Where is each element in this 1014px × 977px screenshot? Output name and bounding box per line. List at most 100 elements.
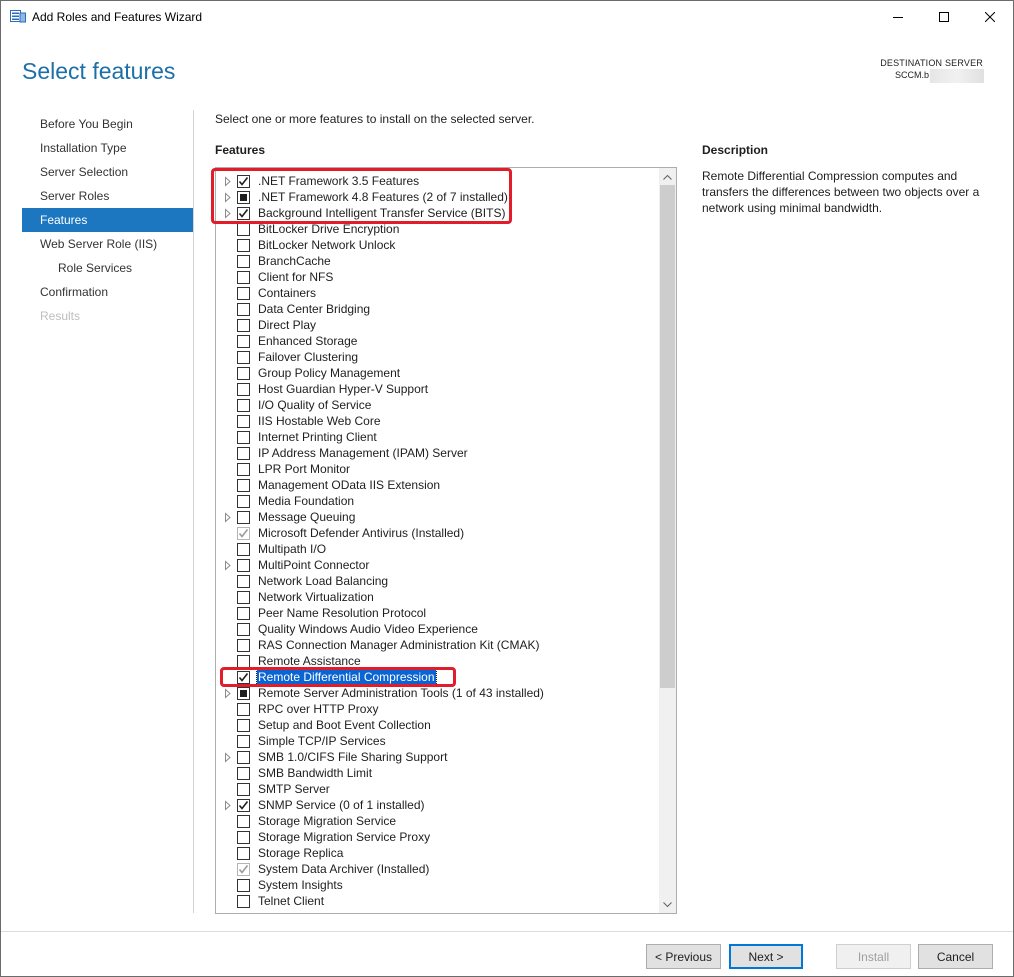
feature-row[interactable]: Simple TCP/IP Services xyxy=(216,733,660,749)
nav-item-installation-type[interactable]: Installation Type xyxy=(22,136,193,160)
feature-checkbox[interactable] xyxy=(237,735,250,748)
feature-checkbox[interactable] xyxy=(237,463,250,476)
feature-row[interactable]: BitLocker Network Unlock xyxy=(216,237,660,253)
feature-row[interactable]: Management OData IIS Extension xyxy=(216,477,660,493)
feature-row[interactable]: Network Load Balancing xyxy=(216,573,660,589)
feature-row[interactable]: MultiPoint Connector xyxy=(216,557,660,573)
feature-checkbox[interactable] xyxy=(237,367,250,380)
feature-row[interactable]: Setup and Boot Event Collection xyxy=(216,717,660,733)
feature-checkbox[interactable] xyxy=(237,559,250,572)
feature-checkbox[interactable] xyxy=(237,831,250,844)
expand-arrow-icon[interactable] xyxy=(224,205,232,221)
feature-checkbox[interactable] xyxy=(237,607,250,620)
feature-row[interactable]: Multipath I/O xyxy=(216,541,660,557)
cancel-button[interactable]: Cancel xyxy=(918,944,993,969)
feature-checkbox[interactable] xyxy=(237,847,250,860)
feature-row[interactable]: SMTP Server xyxy=(216,781,660,797)
close-button[interactable] xyxy=(967,1,1013,32)
feature-checkbox[interactable] xyxy=(237,319,250,332)
feature-checkbox[interactable] xyxy=(237,623,250,636)
feature-row[interactable]: Storage Replica xyxy=(216,845,660,861)
feature-row[interactable]: Remote Assistance xyxy=(216,653,660,669)
feature-row[interactable]: Quality Windows Audio Video Experience xyxy=(216,621,660,637)
feature-row[interactable]: Host Guardian Hyper-V Support xyxy=(216,381,660,397)
feature-row[interactable]: SMB Bandwidth Limit xyxy=(216,765,660,781)
nav-item-server-roles[interactable]: Server Roles xyxy=(22,184,193,208)
feature-checkbox[interactable] xyxy=(237,479,250,492)
feature-row[interactable]: Storage Migration Service Proxy xyxy=(216,829,660,845)
feature-checkbox[interactable] xyxy=(237,271,250,284)
feature-checkbox[interactable] xyxy=(237,799,250,812)
feature-row[interactable]: SNMP Service (0 of 1 installed) xyxy=(216,797,660,813)
feature-checkbox[interactable] xyxy=(237,303,250,316)
feature-checkbox[interactable] xyxy=(237,719,250,732)
feature-checkbox[interactable] xyxy=(237,751,250,764)
feature-checkbox[interactable] xyxy=(237,511,250,524)
feature-checkbox[interactable] xyxy=(237,239,250,252)
feature-row[interactable]: RAS Connection Manager Administration Ki… xyxy=(216,637,660,653)
feature-checkbox[interactable] xyxy=(237,447,250,460)
feature-checkbox[interactable] xyxy=(237,783,250,796)
nav-item-role-services[interactable]: Role Services xyxy=(22,256,193,280)
feature-row[interactable]: BranchCache xyxy=(216,253,660,269)
nav-item-server-selection[interactable]: Server Selection xyxy=(22,160,193,184)
features-scrollbar[interactable] xyxy=(659,168,676,913)
feature-row[interactable]: System Insights xyxy=(216,877,660,893)
feature-row[interactable]: Client for NFS xyxy=(216,269,660,285)
feature-checkbox[interactable] xyxy=(237,255,250,268)
feature-checkbox[interactable] xyxy=(237,207,250,220)
maximize-button[interactable] xyxy=(921,1,967,32)
scrollbar-thumb[interactable] xyxy=(660,185,675,688)
feature-checkbox[interactable] xyxy=(237,639,250,652)
feature-checkbox[interactable] xyxy=(237,879,250,892)
feature-checkbox[interactable] xyxy=(237,223,250,236)
feature-checkbox[interactable] xyxy=(237,399,250,412)
feature-row[interactable]: Containers xyxy=(216,285,660,301)
feature-checkbox[interactable] xyxy=(237,175,250,188)
feature-row[interactable]: Enhanced Storage xyxy=(216,333,660,349)
feature-checkbox[interactable] xyxy=(237,351,250,364)
feature-checkbox[interactable] xyxy=(237,287,250,300)
feature-checkbox[interactable] xyxy=(237,383,250,396)
expand-arrow-icon[interactable] xyxy=(224,685,232,701)
features-list[interactable]: .NET Framework 3.5 Features .NET Framewor… xyxy=(215,167,677,914)
feature-checkbox[interactable] xyxy=(237,191,250,204)
feature-checkbox[interactable] xyxy=(237,815,250,828)
feature-row[interactable]: Data Center Bridging xyxy=(216,301,660,317)
feature-checkbox[interactable] xyxy=(237,895,250,908)
feature-checkbox[interactable] xyxy=(237,431,250,444)
feature-row[interactable]: SMB 1.0/CIFS File Sharing Support xyxy=(216,749,660,765)
feature-row[interactable]: Direct Play xyxy=(216,317,660,333)
feature-row[interactable]: Microsoft Defender Antivirus (Installed) xyxy=(216,525,660,541)
scroll-up-button[interactable] xyxy=(659,168,676,185)
feature-row[interactable]: Peer Name Resolution Protocol xyxy=(216,605,660,621)
feature-checkbox[interactable] xyxy=(237,495,250,508)
feature-checkbox[interactable] xyxy=(237,671,250,684)
feature-checkbox[interactable] xyxy=(237,687,250,700)
feature-row[interactable]: Remote Differential Compression xyxy=(216,668,660,686)
expand-arrow-icon[interactable] xyxy=(224,173,232,189)
expand-arrow-icon[interactable] xyxy=(224,797,232,813)
feature-row[interactable]: Background Intelligent Transfer Service … xyxy=(216,205,660,221)
feature-checkbox[interactable] xyxy=(237,335,250,348)
scroll-down-button[interactable] xyxy=(659,896,676,913)
feature-row[interactable]: .NET Framework 3.5 Features xyxy=(216,173,660,189)
feature-checkbox[interactable] xyxy=(237,543,250,556)
next-button[interactable]: Next > xyxy=(729,944,803,969)
feature-row[interactable]: LPR Port Monitor xyxy=(216,461,660,477)
feature-row[interactable]: Media Foundation xyxy=(216,493,660,509)
feature-row[interactable]: I/O Quality of Service xyxy=(216,397,660,413)
feature-row[interactable]: BitLocker Drive Encryption xyxy=(216,221,660,237)
feature-checkbox[interactable] xyxy=(237,767,250,780)
expand-arrow-icon[interactable] xyxy=(224,557,232,573)
feature-row[interactable]: Failover Clustering xyxy=(216,349,660,365)
nav-item-web-server-role[interactable]: Web Server Role (IIS) xyxy=(22,232,193,256)
feature-checkbox[interactable] xyxy=(237,415,250,428)
nav-item-before-you-begin[interactable]: Before You Begin xyxy=(22,112,193,136)
minimize-button[interactable] xyxy=(875,1,921,32)
feature-row[interactable]: .NET Framework 4.8 Features (2 of 7 inst… xyxy=(216,189,660,205)
feature-row[interactable]: Storage Migration Service xyxy=(216,813,660,829)
feature-checkbox[interactable] xyxy=(237,591,250,604)
feature-row[interactable]: Internet Printing Client xyxy=(216,429,660,445)
feature-row[interactable]: IP Address Management (IPAM) Server xyxy=(216,445,660,461)
